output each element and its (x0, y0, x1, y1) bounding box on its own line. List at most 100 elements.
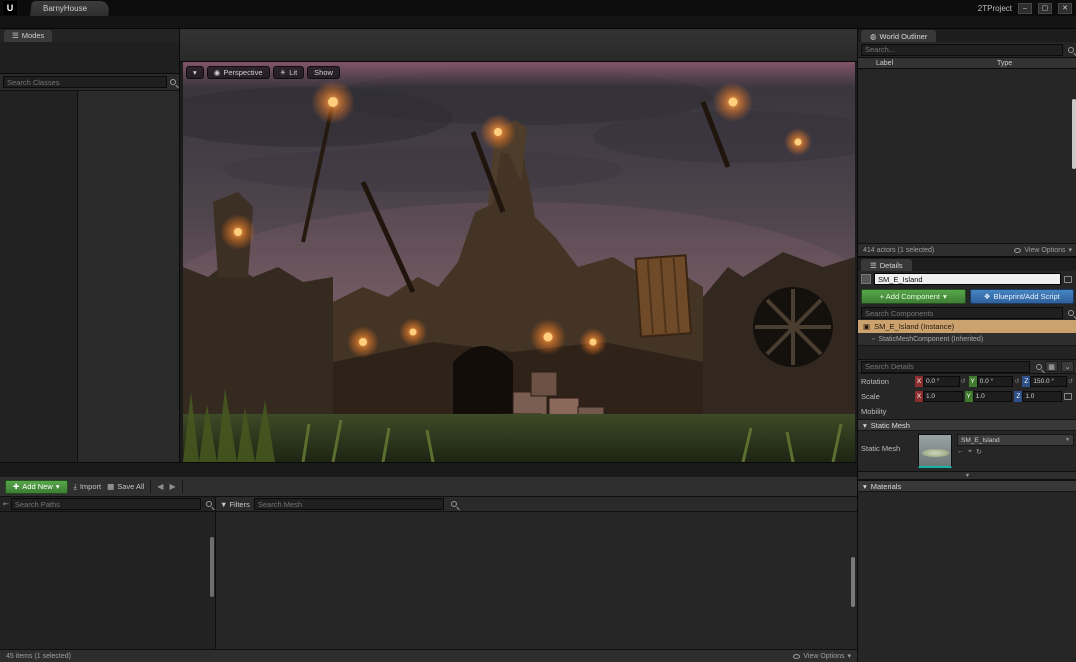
save-all-button[interactable]: ▦Save All (107, 482, 144, 491)
import-icon: ⤓ (74, 482, 77, 492)
lock-icon[interactable] (1064, 276, 1072, 283)
x-axis-tag: X (915, 391, 923, 402)
x-axis-tag: X (915, 376, 923, 387)
asset-count: 45 items (1 selected) (6, 653, 71, 660)
outliner-column-type[interactable]: Type (997, 60, 1076, 67)
import-button[interactable]: ⤓Import (74, 482, 102, 492)
reset-icon[interactable]: ↺ (960, 378, 967, 385)
details-expander[interactable]: ▼ (858, 471, 1076, 480)
outliner-column-label[interactable]: Label (858, 60, 997, 67)
reset-icon[interactable]: ↻ (976, 448, 982, 456)
outliner-scrollbar[interactable] (1072, 99, 1076, 169)
assets-scrollbar[interactable] (851, 557, 855, 607)
scale-z-field[interactable]: 1.0 (1022, 391, 1062, 402)
level-viewport[interactable]: ▾ ◉Perspective ☀Lit Show (183, 62, 855, 462)
outliner-view-options[interactable]: View Options ▾ (1014, 246, 1072, 254)
actor-name-field[interactable] (874, 273, 1061, 285)
rotation-row: Rotation X0.0 °↺ Y0.0 °↺ Z150.0 °↺ (858, 374, 1076, 389)
rotation-z-field[interactable]: 150.0 ° (1030, 376, 1067, 387)
camera-menu-button[interactable]: ◉Perspective (207, 66, 270, 79)
search-icon (1068, 47, 1074, 53)
forward-button[interactable]: ▶ (169, 482, 175, 491)
outliner-search-input[interactable] (861, 44, 1063, 56)
search-components-input[interactable] (861, 307, 1063, 319)
details-tab[interactable]: ☰Details (861, 259, 912, 271)
eye-icon (1014, 248, 1021, 253)
caret-down-icon: ▾ (56, 482, 60, 491)
static-mesh-thumbnail[interactable] (918, 434, 952, 468)
mesh-component-icon: ▣ (863, 322, 870, 331)
y-axis-tag: Y (965, 391, 973, 402)
search-details-input[interactable] (861, 361, 1030, 373)
close-button[interactable]: ✕ (1058, 3, 1072, 14)
view-mode-button[interactable]: ☀Lit (273, 66, 305, 79)
materials-section-header[interactable]: ▾Materials (858, 480, 1076, 492)
static-mesh-property-row: Static Mesh SM_E_Island▼ ←⌖↻ (858, 431, 1076, 471)
title-bar: U BarnyHouse 2TProject – ▢ ✕ (0, 0, 1076, 16)
level-tab[interactable]: BarnyHouse (30, 1, 110, 16)
use-selected-icon[interactable]: ← (957, 448, 964, 456)
save-icon: ▦ (107, 482, 114, 491)
world-outliner-tab[interactable]: ◍World Outliner (861, 30, 936, 42)
search-classes-input[interactable] (3, 76, 167, 88)
cb-view-options[interactable]: View Options ▾ (793, 652, 851, 660)
camera-icon: ◉ (214, 68, 221, 77)
unreal-logo-icon: U (3, 1, 17, 15)
viewport-options-button[interactable]: ▾ (186, 66, 204, 79)
scale-y-field[interactable]: 1.0 (973, 391, 1013, 402)
search-icon (1036, 364, 1042, 370)
main-toolbar (180, 29, 857, 62)
back-button[interactable]: ◀ (157, 482, 163, 491)
modes-tab[interactable]: ☰Modes (4, 30, 52, 42)
placement-categories (0, 91, 78, 462)
rotation-y-field[interactable]: 0.0 ° (977, 376, 1014, 387)
world-outliner-panel: ◍World Outliner Label Type 414 actors (1… (858, 29, 1076, 258)
static-mesh-combobox[interactable]: SM_E_Island▼ (957, 434, 1074, 446)
component-root-row[interactable]: ▣SM_E_Island (Instance) (858, 320, 1076, 333)
add-new-button[interactable]: ✚Add New▾ (5, 480, 68, 494)
blueprint-add-script-button[interactable]: ❖Blueprint/Add Script (970, 289, 1075, 304)
right-panel-column: ◍World Outliner Label Type 414 actors (1… (857, 29, 1076, 662)
add-component-button[interactable]: + Add Component▾ (861, 289, 966, 304)
viewport-scene (183, 62, 855, 462)
rotation-x-field[interactable]: 0.0 ° (923, 376, 960, 387)
placement-items (78, 91, 179, 462)
level-tab-label: BarnyHouse (43, 4, 87, 13)
component-child-row[interactable]: ▫StaticMeshComponent (Inherited) (858, 333, 1076, 346)
scale-x-field[interactable]: 1.0 (923, 391, 963, 402)
details-settings-icon[interactable]: ⌄ (1061, 361, 1074, 372)
blueprint-icon: ❖ (984, 292, 991, 301)
menu-bar (0, 16, 1076, 29)
sources-panel: ⇤ (0, 497, 216, 649)
browse-icon[interactable]: ⌖ (968, 448, 972, 456)
reset-icon[interactable]: ↺ (1067, 378, 1074, 385)
mode-switcher (0, 42, 179, 74)
mobility-row: Mobility (858, 404, 1076, 419)
plus-icon: ✚ (13, 482, 19, 491)
caret-down-icon: ▾ (863, 482, 867, 491)
search-paths-input[interactable] (11, 498, 201, 510)
caret-down-icon: ▾ (863, 421, 867, 430)
show-menu-button[interactable]: Show (307, 66, 340, 79)
actor-type-icon (861, 274, 871, 284)
static-mesh-section-header[interactable]: ▾Static Mesh (858, 419, 1076, 431)
maximize-button[interactable]: ▢ (1038, 3, 1052, 14)
details-panel: ☰Details + Add Component▾ ❖Blueprint/Add… (858, 258, 1076, 662)
property-matrix-icon[interactable]: ▦ (1045, 361, 1058, 372)
tree-scrollbar[interactable] (210, 537, 214, 597)
reset-icon[interactable]: ↺ (1013, 378, 1020, 385)
sources-toggle-icon[interactable]: ⇤ (3, 500, 9, 508)
minimize-button[interactable]: – (1018, 3, 1032, 14)
uniform-scale-lock-icon[interactable] (1064, 393, 1072, 400)
filters-button[interactable]: ▼Filters (220, 500, 250, 509)
eye-icon (793, 654, 800, 659)
z-axis-tag: Z (1022, 376, 1030, 387)
search-icon (170, 79, 176, 85)
viewport-toolbar: ▾ ◉Perspective ☀Lit Show (186, 64, 852, 80)
z-axis-tag: Z (1014, 391, 1022, 402)
search-icon (206, 501, 212, 507)
search-icon (451, 501, 457, 507)
filter-icon: ▼ (220, 500, 227, 509)
search-assets-input[interactable] (254, 498, 444, 510)
project-name: 2TProject (978, 4, 1012, 13)
